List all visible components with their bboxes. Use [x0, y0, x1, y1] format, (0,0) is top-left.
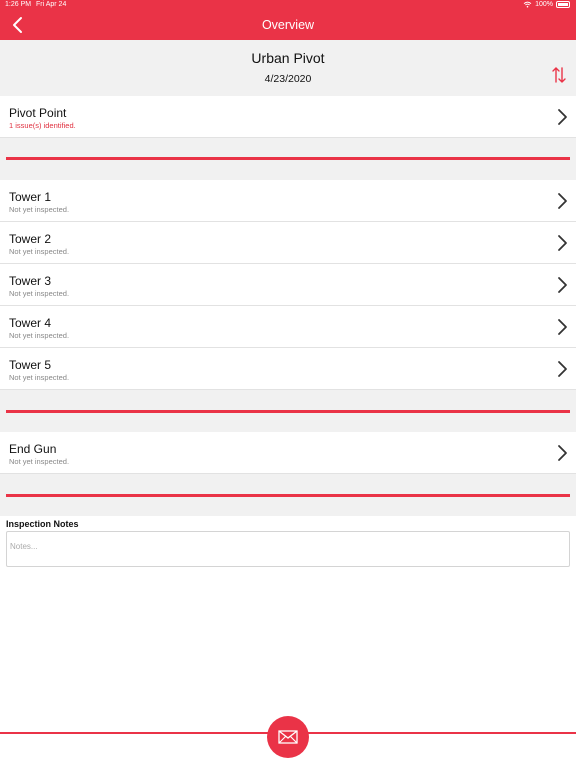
- envelope-icon: [278, 730, 298, 744]
- section-divider: [6, 410, 570, 413]
- row-label: Tower 5: [9, 358, 52, 372]
- wifi-icon: [523, 1, 532, 8]
- chevron-right-icon: [558, 445, 567, 461]
- inspection-date: 4/23/2020: [264, 73, 312, 85]
- row-label: Tower 1: [9, 190, 52, 204]
- page-title: Overview: [261, 18, 315, 32]
- status-right: 100%: [523, 1, 570, 8]
- row-status: Not yet inspected.: [9, 205, 70, 214]
- row-label: Pivot Point: [9, 106, 67, 120]
- row-status: 1 issue(s) identified.: [9, 121, 76, 130]
- battery-icon: [556, 1, 570, 8]
- row-status: Not yet inspected.: [9, 331, 70, 340]
- site-name: Urban Pivot: [251, 50, 325, 66]
- row-label: Tower 3: [9, 274, 52, 288]
- tower-row-5[interactable]: Tower 5 Not yet inspected.: [0, 348, 576, 390]
- chevron-right-icon: [558, 361, 567, 377]
- chevron-right-icon: [558, 235, 567, 251]
- row-label: Tower 4: [9, 316, 52, 330]
- chevron-right-icon: [558, 193, 567, 209]
- sort-button[interactable]: [550, 64, 568, 86]
- status-bar: 1:26 PM Fri Apr 24 100%: [0, 0, 576, 11]
- section-divider: [6, 494, 570, 497]
- end-gun-row[interactable]: End Gun Not yet inspected.: [0, 432, 576, 474]
- section-divider: [6, 157, 570, 160]
- status-time: 1:26 PM: [5, 1, 32, 8]
- chevron-right-icon: [558, 109, 567, 125]
- tower-row-3[interactable]: Tower 3 Not yet inspected.: [0, 264, 576, 306]
- row-label: Tower 2: [9, 232, 52, 246]
- pivot-point-row[interactable]: Pivot Point 1 issue(s) identified.: [0, 96, 576, 138]
- nav-bar: Overview: [0, 11, 576, 40]
- notes-label: Inspection Notes: [6, 519, 79, 529]
- row-status: Not yet inspected.: [9, 373, 70, 382]
- inspection-header: Urban Pivot 4/23/2020: [0, 40, 576, 96]
- tower-row-2[interactable]: Tower 2 Not yet inspected.: [0, 222, 576, 264]
- chevron-right-icon: [558, 319, 567, 335]
- notes-input[interactable]: [6, 531, 570, 567]
- tower-row-1[interactable]: Tower 1 Not yet inspected.: [0, 180, 576, 222]
- chevron-right-icon: [558, 277, 567, 293]
- row-status: Not yet inspected.: [9, 247, 70, 256]
- status-date: Fri Apr 24: [36, 1, 67, 8]
- battery-percent: 100%: [535, 1, 553, 8]
- row-status: Not yet inspected.: [9, 289, 70, 298]
- sort-arrows-icon: [552, 67, 566, 83]
- row-label: End Gun: [9, 442, 57, 456]
- row-status: Not yet inspected.: [9, 457, 70, 466]
- tower-row-4[interactable]: Tower 4 Not yet inspected.: [0, 306, 576, 348]
- email-button[interactable]: [267, 716, 309, 758]
